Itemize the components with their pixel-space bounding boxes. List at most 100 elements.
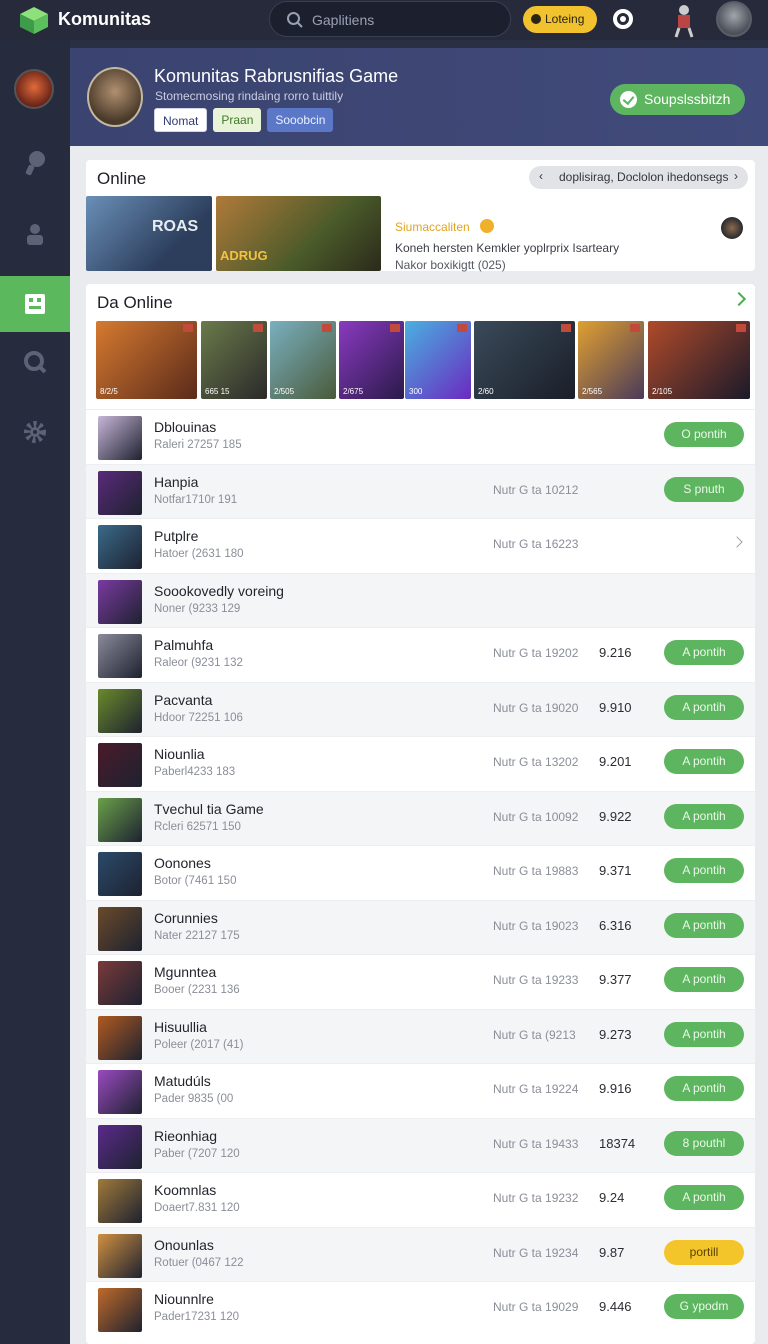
sidebar-item-dashboard[interactable]: [0, 276, 70, 332]
game-subtitle: Notfar1710r 191: [154, 493, 238, 506]
join-button[interactable]: A pontih: [664, 749, 744, 774]
sidebar-item-settings[interactable]: [0, 404, 70, 460]
brand-name: Komunitas: [58, 9, 152, 29]
tag-sooobcin[interactable]: Sooobcin: [267, 108, 334, 132]
gallery-item[interactable]: 2/105: [648, 321, 750, 399]
online-thumb-2[interactable]: ADRUG: [216, 196, 381, 271]
sidebar-item-paint[interactable]: [0, 135, 70, 191]
game-thumbnail: [98, 416, 142, 460]
list-item[interactable]: Hisuullia Poleer (2017 (41) Nutr G ta (921…: [86, 1008, 755, 1063]
gallery-item-label: 2/675: [343, 387, 364, 396]
list-item[interactable]: Hanpia Notfar1710r 191 Nutr G ta 10212 S pn…: [86, 463, 755, 518]
game-subtitle: Noner (9233 129: [154, 602, 241, 615]
list-item[interactable]: Pacvanta Hdoor 72251 106 Nutr G ta 19020 9.…: [86, 681, 755, 736]
join-button[interactable]: A pontih: [664, 1076, 744, 1101]
online-pager[interactable]: ‹ doplisirag, Doclolon ihedonsegs ›: [529, 166, 748, 189]
game-subtitle: Pader 9835 (00: [154, 1093, 234, 1105]
list-item[interactable]: Niounlia Paberl4233 183 Nutr G ta 13202 9.2…: [86, 736, 755, 790]
join-button[interactable]: S pnuth: [664, 476, 744, 502]
list-item[interactable]: Onounlas Rotuer (0467 122 Nutr G ta 19234 9…: [86, 1226, 755, 1281]
game-meta: Nutr G ta (9213: [493, 1027, 576, 1042]
subscribe-button[interactable]: Soupslssbitzh: [610, 84, 745, 115]
list-item[interactable]: Koomnlas Doaert7.831 120 Nutr G ta 19232 9.…: [86, 1172, 755, 1226]
join-button[interactable]: A pontih: [664, 694, 744, 720]
sidebar-avatar[interactable]: [14, 69, 54, 109]
tag-nomat[interactable]: Nomat: [154, 108, 208, 132]
gallery-item[interactable]: 665 15: [201, 321, 267, 399]
game-subtitle: Paberl4233 183: [154, 766, 236, 778]
tag-praan[interactable]: Praan: [213, 108, 262, 132]
online-thumb-1-label: ROAS: [152, 218, 199, 235]
join-button[interactable]: A pontih: [664, 1185, 744, 1210]
game-score: 9.87: [599, 1244, 625, 1260]
online-thumb-1[interactable]: ROAS: [86, 196, 212, 271]
community-avatar: [87, 67, 143, 127]
join-button[interactable]: G ypodm: [664, 1294, 744, 1319]
game-subtitle: Paber (7207 120: [154, 1147, 240, 1160]
user-avatar[interactable]: [716, 1, 752, 37]
flag-icon: [630, 324, 640, 332]
join-button[interactable]: portill: [664, 1239, 744, 1265]
gallery-item[interactable]: 2/60: [474, 321, 575, 399]
game-meta: Nutr G ta 16223: [493, 537, 579, 551]
join-button[interactable]: A pontih: [664, 967, 744, 992]
gallery-item-label: 2/60: [478, 387, 494, 396]
game-score: 9.910: [599, 699, 632, 715]
list-item[interactable]: Palmuhfa Raleor (9231 132 Nutr G ta 19202 9…: [86, 627, 755, 681]
join-button[interactable]: A pontih: [664, 640, 744, 665]
chevron-right-icon[interactable]: ›: [734, 169, 738, 183]
game-thumbnail: [98, 1288, 142, 1332]
list-item[interactable]: Oonones Botor (7461 150 Nutr G ta 19883 9.3…: [86, 845, 755, 899]
main-content: Online ‹ doplisirag, Doclolon ihedonsegs…: [70, 146, 768, 1344]
join-button[interactable]: A pontih: [664, 858, 744, 883]
join-button[interactable]: A pontih: [664, 1021, 744, 1047]
game-subtitle: Raleor (9231 132: [154, 657, 243, 669]
game-thumbnail: [98, 470, 142, 515]
chevron-left-icon[interactable]: ‹: [539, 169, 543, 183]
list-item[interactable]: Dblouinas Raleri 27257 185 O pontih: [86, 409, 755, 463]
loading-button[interactable]: Loteing: [523, 6, 597, 33]
gallery-item-label: 2/505: [274, 387, 295, 396]
game-name: Niounlia: [154, 746, 205, 762]
game-meta: Nutr G ta 19233: [493, 973, 579, 987]
list-item[interactable]: Corunnies Nater 22127 175 Nutr G ta 19023 6…: [86, 899, 755, 954]
top-bar: Komunitas Gaplitiens Loteing: [0, 0, 768, 40]
game-subtitle: Rotuer (0467 122: [154, 1256, 244, 1269]
gallery-item[interactable]: 2/565: [578, 321, 644, 399]
list-item[interactable]: Rieonhiag Paber (7207 120 Nutr G ta 19433 1…: [86, 1117, 755, 1172]
search-input[interactable]: Gaplitiens: [269, 1, 511, 37]
list-item[interactable]: Niounnlre Pader17231 120 Nutr G ta 19029 9.…: [86, 1281, 755, 1335]
sidebar-item-user[interactable]: [0, 206, 70, 262]
list-item[interactable]: Putplre Hatoer (2631 180 Nutr G ta 16223: [86, 518, 755, 572]
online-title: Online: [97, 169, 147, 188]
gallery-item[interactable]: 8/2/5: [96, 321, 197, 399]
sidebar-item-search[interactable]: [0, 334, 70, 390]
list-item[interactable]: Soookovedly voreing Noner (9233 129: [86, 572, 755, 627]
list-item[interactable]: Matudúls Pader 9835 (00 Nutr G ta 19224 9.9…: [86, 1063, 755, 1117]
da-online-title: Da Online: [97, 293, 173, 312]
join-button[interactable]: A pontih: [664, 803, 744, 829]
game-score: 18374: [599, 1135, 636, 1151]
featured-avatar[interactable]: [721, 217, 743, 239]
gallery-item[interactable]: 300: [405, 321, 471, 399]
game-name: Corunnies: [154, 909, 218, 926]
gallery-item[interactable]: 2/505: [270, 321, 336, 399]
game-meta: Nutr G ta 19023: [493, 918, 579, 933]
game-name: Koomnlas: [154, 1182, 217, 1198]
list-item[interactable]: Tvechul tia Game Rcleri 62571 150 Nutr G t…: [86, 790, 755, 845]
chevron-right-icon[interactable]: [731, 291, 747, 307]
join-button[interactable]: 8 pouthl: [664, 1130, 744, 1156]
join-button[interactable]: A pontih: [664, 912, 744, 938]
list-item[interactable]: Mgunntea Booer (2231 136 Nutr G ta 19233 9.…: [86, 954, 755, 1008]
game-name: Soookovedly voreing: [154, 582, 284, 599]
game-name: Tvechul tia Game: [154, 800, 264, 817]
gallery-item[interactable]: 2/675: [339, 321, 404, 399]
game-thumbnail: [98, 1070, 142, 1114]
game-gallery: 8/2/5 665 15 2/505 2/675 300 2/60 2/565 2/105: [96, 321, 750, 399]
join-button[interactable]: O pontih: [664, 422, 744, 447]
magnifier-icon: [24, 351, 47, 374]
character-icon[interactable]: [667, 2, 701, 38]
chevron-right-icon[interactable]: [731, 536, 743, 548]
search-icon: [287, 12, 303, 28]
target-icon[interactable]: [613, 9, 633, 29]
